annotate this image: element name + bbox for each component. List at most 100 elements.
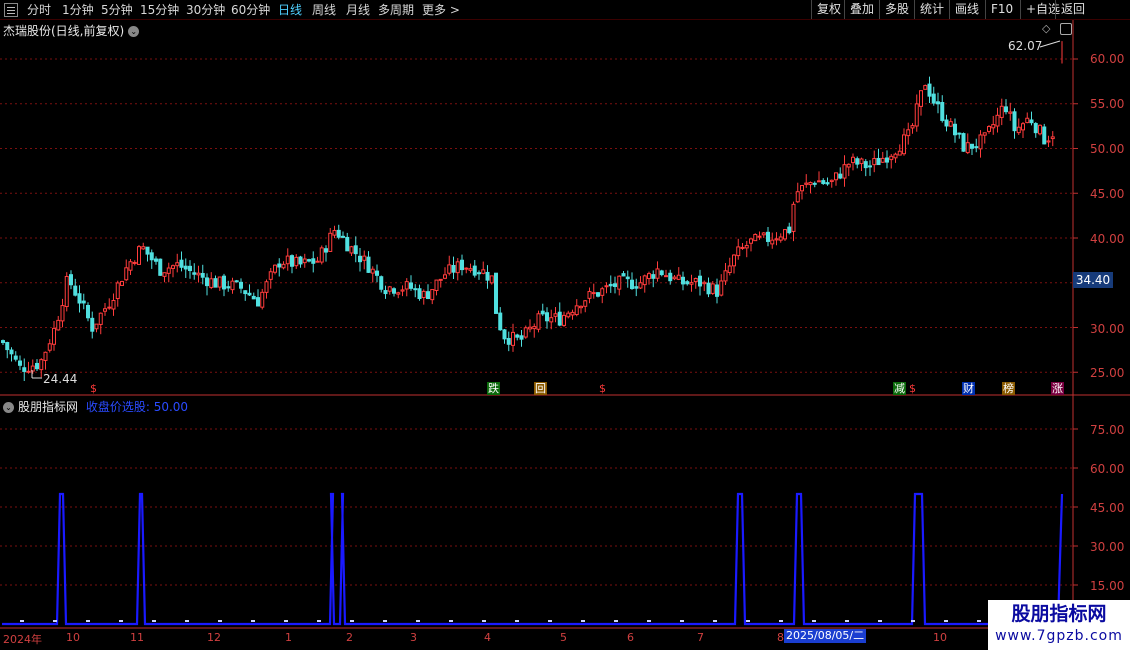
candle-body xyxy=(931,93,936,104)
event-marker[interactable]: 减 xyxy=(893,382,906,395)
candle-body xyxy=(549,317,554,323)
indicator-baseline-mark xyxy=(581,620,585,622)
candle-body xyxy=(260,291,265,308)
kline-chart[interactable] xyxy=(0,0,1130,650)
candle-body xyxy=(902,134,906,155)
candle-body xyxy=(315,260,320,263)
candle-body xyxy=(689,282,694,285)
candle-body xyxy=(47,343,52,351)
candle-body xyxy=(90,317,95,332)
event-marker[interactable]: $ xyxy=(596,382,609,395)
diamond-icon[interactable]: ◇ xyxy=(1042,22,1050,35)
candle-body xyxy=(217,276,222,288)
candle-body xyxy=(285,255,290,265)
chevron-down-icon[interactable]: ⌄ xyxy=(3,402,14,413)
candle-body xyxy=(443,274,447,279)
candle-body xyxy=(642,275,647,286)
candle-body xyxy=(421,290,426,298)
x-tick: 5 xyxy=(560,631,567,644)
current-price-tag: 34.40 xyxy=(1073,272,1113,288)
event-marker[interactable]: 跌 xyxy=(487,382,500,395)
candle-body xyxy=(498,312,503,331)
y-tick: 40.00 xyxy=(1090,232,1125,246)
event-marker[interactable]: 涨 xyxy=(1051,382,1064,395)
x-tick: 10 xyxy=(66,631,80,644)
candle-body xyxy=(995,114,1000,127)
candle-body xyxy=(464,267,469,270)
indicator-baseline-mark xyxy=(284,620,288,622)
candle-body xyxy=(621,273,626,277)
event-marker[interactable]: 榜 xyxy=(1002,382,1015,395)
candle-body xyxy=(970,143,974,149)
candle-body xyxy=(965,142,970,154)
candle-body xyxy=(188,265,192,272)
indicator-baseline-mark xyxy=(812,620,816,622)
stock-title-label: 杰瑞股份(日线,前复权) xyxy=(3,24,125,38)
candle-body xyxy=(625,276,630,280)
candle-body xyxy=(264,281,269,293)
candle-body xyxy=(893,153,898,159)
candle-body xyxy=(132,261,137,264)
event-marker[interactable]: 回 xyxy=(534,382,547,395)
indicator-name: 股朋指标网 xyxy=(18,400,79,414)
candle-body xyxy=(982,132,987,136)
candle-body xyxy=(60,305,65,322)
candle-body xyxy=(812,182,817,185)
candle-body xyxy=(298,256,303,265)
indicator-baseline-mark xyxy=(152,620,156,622)
indicator-baseline-mark xyxy=(911,620,915,622)
candle-body xyxy=(987,126,991,132)
candle-body xyxy=(757,235,762,238)
candle-body xyxy=(426,291,430,300)
candle-body xyxy=(744,245,749,249)
candle-body xyxy=(919,90,923,107)
chevron-down-icon[interactable]: ⌄ xyxy=(128,26,140,37)
indicator-baseline-mark xyxy=(779,620,783,622)
watermark-url: www.7gpzb.com xyxy=(995,628,1123,644)
candle-body xyxy=(863,161,868,169)
candle-body xyxy=(846,163,851,168)
candle-body xyxy=(519,335,524,340)
candle-body xyxy=(166,267,171,274)
candle-body xyxy=(817,180,821,183)
candle-body xyxy=(128,261,133,271)
candle-body xyxy=(460,259,464,271)
event-marker[interactable]: 财 xyxy=(962,382,975,395)
candle-body xyxy=(349,246,354,254)
indicator-y-tick: 45.00 xyxy=(1090,501,1125,515)
indicator-baseline-mark xyxy=(845,620,849,622)
candle-body xyxy=(664,275,668,278)
event-marker[interactable]: $ xyxy=(906,382,919,395)
candle-body xyxy=(205,277,209,287)
candle-body xyxy=(974,146,979,149)
candle-body xyxy=(795,191,800,203)
y-tick: 25.00 xyxy=(1090,366,1125,380)
x-tick: 11 xyxy=(130,631,144,644)
indicator-line xyxy=(2,492,1064,626)
candle-body xyxy=(43,351,48,361)
candle-body xyxy=(1050,136,1055,140)
indicator-baseline-mark xyxy=(185,620,189,622)
x-tick: 8 xyxy=(777,631,784,644)
candle-body xyxy=(1042,126,1047,145)
y-tick: 30.00 xyxy=(1090,322,1125,336)
candle-body xyxy=(396,292,401,295)
indicator-y-tick: 15.00 xyxy=(1090,579,1125,593)
watermark-logo: 股朋指标网 www.7gpzb.com xyxy=(988,600,1130,650)
candle-body xyxy=(387,286,392,292)
candle-body xyxy=(1004,106,1008,113)
candle-body xyxy=(783,229,787,240)
candle-body xyxy=(324,248,328,253)
layout-icon[interactable] xyxy=(1060,23,1072,35)
candle-body xyxy=(868,165,872,168)
candle-body xyxy=(766,231,770,242)
candle-body xyxy=(957,132,962,135)
candle-body xyxy=(111,299,116,310)
candle-body xyxy=(438,278,443,281)
indicator-baseline-mark xyxy=(218,620,222,622)
event-marker[interactable]: $ xyxy=(87,382,100,395)
candle-body xyxy=(277,263,282,268)
indicator-baseline-mark xyxy=(482,620,486,622)
candle-body xyxy=(715,284,719,297)
indicator-baseline-mark xyxy=(614,620,618,622)
